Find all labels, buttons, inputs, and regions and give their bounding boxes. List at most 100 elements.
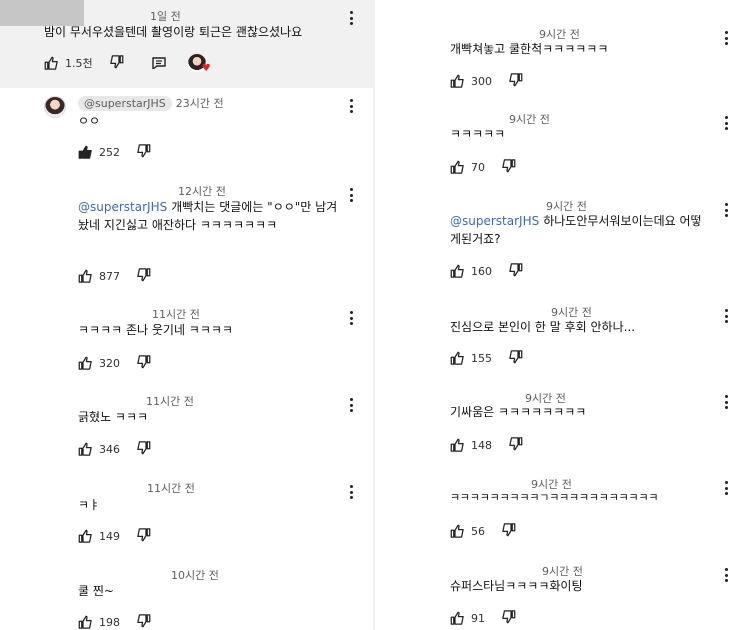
more-vert-dot	[349, 403, 353, 407]
more-vert-dot	[724, 121, 728, 125]
more-options-button[interactable]	[344, 310, 358, 326]
thumbs-up-icon	[450, 611, 464, 625]
like-button[interactable]: 148	[450, 438, 508, 453]
dislike-button[interactable]	[508, 262, 523, 280]
dislike-button[interactable]	[136, 613, 151, 630]
thumbs-up-icon	[450, 160, 464, 174]
like-count: 346	[99, 442, 120, 456]
like-button[interactable]: 149	[78, 529, 136, 544]
like-count: 320	[99, 356, 120, 370]
reply-time: 11시간 전	[152, 308, 200, 321]
more-vert-dot	[724, 31, 728, 34]
like-count: 56	[471, 524, 485, 538]
more-options-button[interactable]	[719, 202, 733, 218]
reply-text: ㅋㅋㅋㅋㅋ	[450, 127, 506, 141]
like-button[interactable]: 91	[450, 611, 501, 626]
dislike-button[interactable]	[136, 267, 151, 285]
more-vert-dot	[349, 193, 353, 197]
like-button[interactable]: 300	[450, 74, 508, 89]
like-count: 198	[99, 615, 120, 629]
more-options-button[interactable]	[719, 480, 733, 496]
like-button[interactable]: 1.5천	[44, 55, 109, 71]
more-options-button[interactable]	[344, 187, 358, 203]
more-options-button[interactable]	[719, 30, 733, 46]
more-options-button[interactable]	[344, 484, 358, 500]
like-button[interactable]: 155	[450, 351, 508, 366]
more-vert-dot	[349, 398, 353, 401]
more-vert-dot	[349, 311, 353, 314]
reply-text: 긁혔노 ㅋㅋㅋ	[78, 410, 149, 424]
reply-time: 23시간 전	[175, 97, 224, 110]
reply-text: @superstarJHS 하나도안무서워보이는데요 어떻게된거죠?	[450, 212, 712, 248]
thumbs-up-icon	[44, 56, 58, 70]
dislike-button[interactable]	[501, 158, 516, 176]
right-comment-column: 9시간 전 개빡쳐놓고 쿨한척ㅋㅋㅋㅋㅋㅋ 300 9시간 전 ㅋㅋㅋㅋㅋ 70	[375, 0, 746, 630]
more-vert-dot	[724, 214, 728, 217]
thumbs-up-icon	[78, 529, 92, 543]
thumbs-down-icon	[137, 441, 151, 455]
more-options-button[interactable]	[719, 115, 733, 131]
thumbs-up-icon	[78, 145, 92, 159]
more-vert-dot	[724, 481, 728, 484]
channel-handle[interactable]: @superstarJHS	[78, 96, 172, 111]
mention-link[interactable]: @superstarJHS	[78, 200, 167, 214]
like-button[interactable]: 346	[78, 442, 136, 457]
dislike-button[interactable]	[508, 72, 523, 90]
reply-text: 쿨 찐~	[78, 584, 114, 598]
thumbs-up-icon	[450, 74, 464, 88]
like-count: 252	[99, 145, 120, 159]
more-vert-dot	[724, 395, 728, 398]
like-button[interactable]: 160	[450, 264, 508, 279]
more-options-button[interactable]	[719, 394, 733, 410]
reply-text: ㅇㅇ	[78, 114, 101, 128]
reply-time: 11시간 전	[147, 482, 195, 495]
like-button[interactable]: 56	[450, 524, 501, 539]
like-button[interactable]: 320	[78, 356, 136, 371]
thumbs-down-icon	[509, 263, 523, 277]
like-count: 1.5천	[65, 57, 93, 70]
more-vert-dot	[724, 320, 728, 323]
like-button[interactable]: 70	[450, 160, 501, 175]
more-vert-dot	[724, 573, 728, 577]
more-vert-dot	[724, 36, 728, 40]
dislike-button[interactable]	[136, 143, 151, 161]
thumbs-down-icon	[109, 55, 123, 69]
reply-time: 9시간 전	[509, 113, 550, 126]
more-vert-dot	[349, 22, 353, 25]
comment-time: 1일 전	[150, 10, 181, 23]
reply-actions: 155	[450, 349, 523, 367]
reply-time: 12시간 전	[178, 185, 226, 198]
like-button[interactable]: 877	[78, 269, 136, 284]
more-vert-dot	[349, 496, 353, 499]
like-button[interactable]: 252	[78, 145, 136, 160]
more-options-button[interactable]	[344, 98, 358, 114]
dislike-button[interactable]	[508, 436, 523, 454]
more-vert-dot	[349, 409, 353, 412]
thumbs-down-icon	[137, 355, 151, 369]
dislike-button[interactable]	[508, 349, 523, 367]
thumbs-up-icon	[78, 356, 92, 370]
avatar[interactable]	[44, 96, 66, 118]
reply-text: 슈퍼스타님ㅋㅋㅋㅋ화이팅	[450, 579, 583, 593]
thumbs-down-icon	[137, 144, 151, 158]
reply-icon[interactable]	[151, 57, 166, 69]
like-button[interactable]: 198	[78, 615, 136, 630]
more-options-button[interactable]	[344, 10, 358, 26]
more-vert-dot	[349, 485, 353, 488]
dislike-button[interactable]	[109, 54, 124, 72]
dislike-button[interactable]	[136, 440, 151, 458]
reply-actions: 346	[78, 440, 151, 458]
more-options-button[interactable]	[719, 567, 733, 583]
more-options-button[interactable]	[344, 397, 358, 413]
like-count: 149	[99, 529, 120, 543]
dislike-button[interactable]	[501, 609, 516, 627]
reply-actions: 300	[450, 72, 523, 90]
dislike-button[interactable]	[136, 527, 151, 545]
more-options-button[interactable]	[719, 308, 733, 324]
like-count: 160	[471, 264, 492, 278]
mention-link[interactable]: @superstarJHS	[450, 214, 539, 228]
reply-time: 10시간 전	[171, 569, 219, 582]
dislike-button[interactable]	[136, 354, 151, 372]
thumbs-up-icon	[450, 438, 464, 452]
dislike-button[interactable]	[501, 522, 516, 540]
